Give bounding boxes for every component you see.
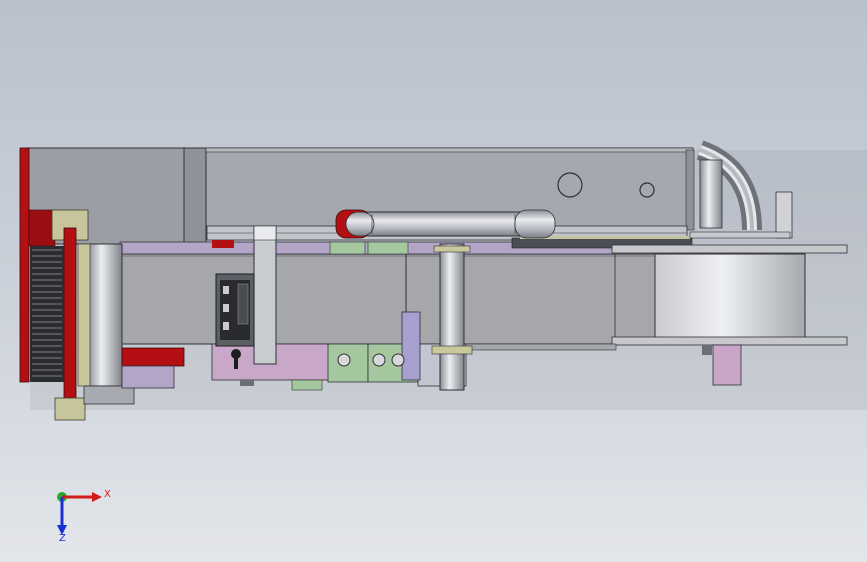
bolt: [372, 353, 386, 367]
conveyor-belt: [119, 253, 659, 345]
coordinate-triad: X Z: [57, 489, 111, 544]
x-axis-arrowhead: [92, 492, 102, 502]
heatsink: [30, 246, 64, 382]
machine-drawing: X Z: [19, 140, 867, 544]
bolt: [337, 353, 351, 367]
heatsink-body: [30, 246, 64, 382]
bolt: [391, 353, 405, 367]
pneumatic-cylinder: [335, 209, 556, 239]
z-axis-label: Z: [59, 533, 66, 544]
sensor-bracket: [253, 225, 277, 365]
red-vertical-plate: [63, 227, 77, 409]
x-axis-label: X: [104, 489, 111, 500]
cad-viewport[interactable]: X Z: [0, 0, 867, 562]
